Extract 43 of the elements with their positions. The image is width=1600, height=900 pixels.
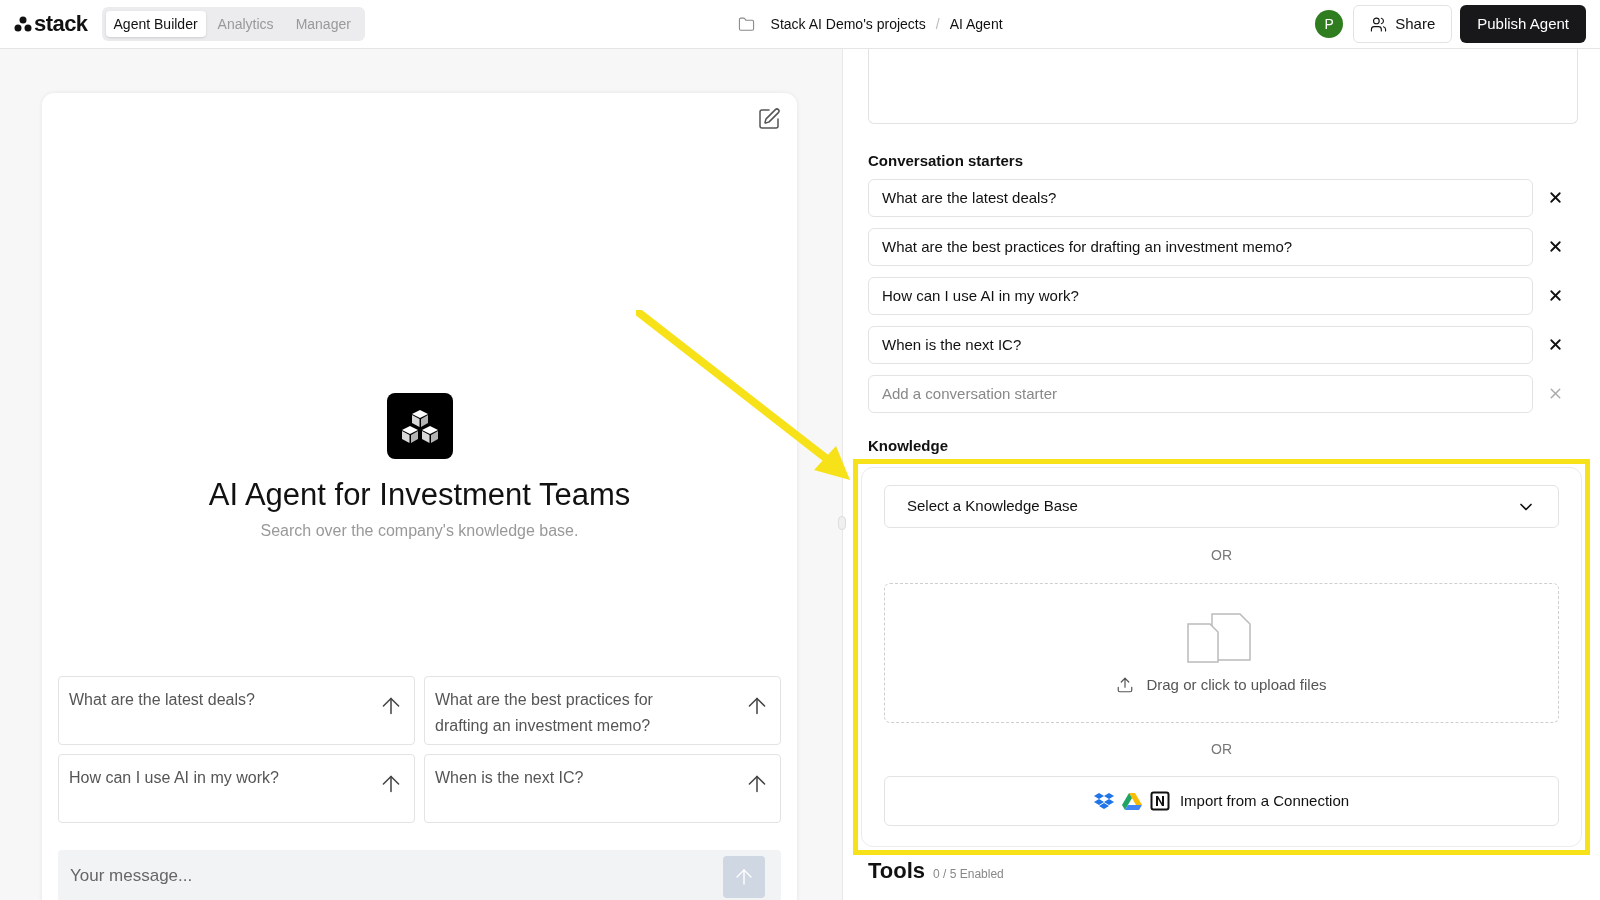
suggestion-card[interactable]: What are the best practices for drafting an investment memo? bbox=[424, 676, 781, 745]
section-label: Tools bbox=[868, 859, 926, 883]
upload-icon bbox=[1116, 676, 1135, 694]
breadcrumb-separator: / bbox=[935, 14, 940, 34]
dropbox-icon bbox=[1093, 792, 1114, 810]
drive-icon bbox=[1121, 792, 1142, 810]
import-button[interactable]: Import from a Connection bbox=[884, 776, 1559, 826]
remove-icon[interactable] bbox=[1547, 189, 1564, 206]
or-divider-text: OR bbox=[1210, 740, 1233, 759]
knowledge-select[interactable]: Select a Knowledge Base bbox=[884, 485, 1559, 528]
section-label: Conversation starters bbox=[868, 151, 1025, 171]
agent-title: AI Agent for Investment Teams bbox=[208, 476, 631, 514]
edit-icon[interactable] bbox=[757, 107, 781, 131]
logo-text: stack bbox=[34, 13, 88, 35]
section-label: Knowledge bbox=[868, 435, 949, 456]
breadcrumb-current: AI Agent bbox=[949, 14, 1003, 34]
remove-icon[interactable] bbox=[1547, 238, 1564, 255]
share-button[interactable]: Share bbox=[1353, 5, 1453, 43]
breadcrumb-link[interactable]: Stack AI Demo's projects bbox=[770, 13, 926, 35]
upload-dropzone[interactable]: Drag or click to upload files bbox=[884, 583, 1559, 723]
nav-tab[interactable]: Agent Builder bbox=[105, 11, 206, 37]
folder-icon bbox=[737, 15, 755, 33]
starter-field[interactable]: Add a conversation starter bbox=[868, 374, 1533, 413]
starter-field[interactable]: How can I use AI in my work? bbox=[868, 276, 1533, 315]
notion-icon bbox=[1149, 791, 1170, 811]
tools-count: 0 / 5 Enabled bbox=[933, 866, 1004, 883]
message-field[interactable]: Your message... bbox=[58, 850, 781, 900]
starter-field[interactable]: When is the next IC? bbox=[868, 325, 1533, 364]
suggestion-card[interactable]: How can I use AI in my work? bbox=[58, 754, 415, 823]
agent-subtitle: Search over the company's knowledge base. bbox=[260, 521, 579, 541]
publish-button[interactable]: Publish Agent bbox=[1460, 5, 1586, 43]
suggestion-card[interactable]: When is the next IC? bbox=[424, 754, 781, 823]
remove-icon[interactable] bbox=[1547, 336, 1564, 353]
starter-field[interactable]: What are the latest deals? bbox=[868, 178, 1533, 217]
logo-icon bbox=[14, 15, 32, 33]
avatar[interactable]: P bbox=[1315, 10, 1344, 38]
agent-logo-icon bbox=[386, 393, 453, 459]
suggestion-card[interactable]: What are the latest deals? bbox=[58, 676, 415, 745]
or-divider-text: OR bbox=[1210, 546, 1233, 565]
starter-field[interactable]: What are the best practices for drafting an investment memo? bbox=[868, 227, 1533, 266]
remove-icon[interactable] bbox=[1547, 287, 1564, 304]
users-icon bbox=[1370, 15, 1388, 33]
upload-text: Drag or click to upload files bbox=[1146, 674, 1327, 695]
